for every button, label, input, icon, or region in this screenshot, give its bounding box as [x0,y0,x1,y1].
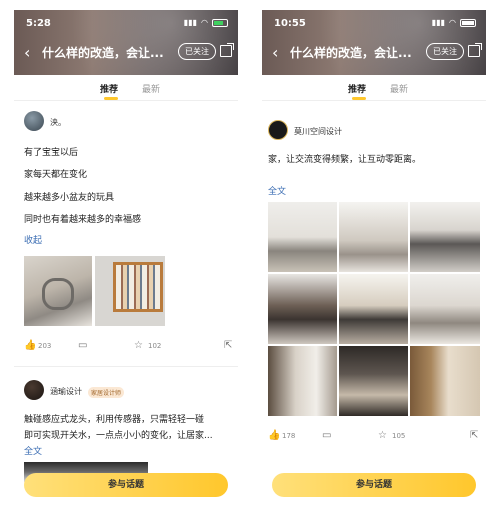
tab-recommended[interactable]: 推荐 [100,82,118,95]
status-icons: ▮▮▮ ◠ [432,18,476,27]
right-phone-screen: 10:55 ▮▮▮ ◠ ‹ 什么样的改造，会让... 已关注 推荐 最新 莫川空… [262,10,486,508]
feed-tabs: 推荐 最新 [14,76,238,100]
wifi-icon: ◠ [201,18,208,27]
post-text-line: 有了宝宝以后 [24,148,79,158]
star-icon[interactable]: ☆ [378,430,387,441]
post-photo[interactable] [410,202,480,272]
avatar[interactable] [24,380,44,400]
like-count: 178 [282,432,296,440]
topic-header: 10:55 ▮▮▮ ◠ ‹ 什么样的改造，会让... 已关注 [262,10,486,75]
star-icon[interactable]: ☆ [134,340,143,351]
topic-title: 什么样的改造，会让... [42,46,164,60]
post-photo[interactable] [339,202,408,272]
status-time: 5:28 [26,18,51,29]
avatar[interactable] [24,111,44,131]
follow-button[interactable]: 已关注 [426,43,464,60]
tab-recommended[interactable]: 推荐 [348,82,366,95]
post-photo[interactable] [268,346,337,416]
wifi-icon: ◠ [449,18,456,27]
share-icon[interactable] [220,43,234,57]
divider [14,100,238,101]
post-photo[interactable] [339,346,408,416]
post-photo[interactable] [95,256,165,326]
join-topic-button[interactable]: 参与话题 [24,473,228,497]
tab-latest[interactable]: 最新 [142,82,160,95]
post-photo[interactable] [24,256,92,326]
tab-latest[interactable]: 最新 [390,82,408,95]
post-username[interactable]: 泱。 [50,117,66,128]
like-icon[interactable]: 👍 [268,430,280,441]
post-text-line: 家每天都在变化 [24,170,88,180]
post-photo[interactable] [410,274,480,344]
back-arrow-icon[interactable]: ‹ [272,43,278,62]
external-share-icon[interactable]: ⇱ [470,430,478,441]
post-photo[interactable] [410,346,480,416]
back-arrow-icon[interactable]: ‹ [24,43,30,62]
post-photo[interactable] [268,274,337,344]
comment-icon[interactable]: ▭ [322,430,331,441]
designer-badge: 家居设计师 [88,387,125,398]
favorite-count: 102 [148,342,162,350]
post-photo[interactable] [268,202,337,272]
status-time: 10:55 [274,18,306,29]
feed-tabs: 推荐 最新 [262,76,486,100]
post-username[interactable]: 涵瑜设计 [50,386,82,397]
post-text-line: 家，让交流变得频繁，让互动零距离。 [268,155,422,165]
post-text-line: 同时也有着越来越多的幸福感 [24,215,142,225]
post-text-line: 触碰感应式龙头，利用传感器，只需轻轻一碰 [24,415,205,425]
comment-icon[interactable]: ▭ [78,340,87,351]
topic-title: 什么样的改造，会让... [290,46,412,60]
expand-link[interactable]: 全文 [268,184,286,197]
status-icons: ▮▮▮ ◠ [184,18,228,27]
signal-icon: ▮▮▮ [183,18,198,27]
topic-header: 5:28 ▮▮▮ ◠ ‹ 什么样的改造，会让... 已关注 [14,10,238,75]
divider [262,100,486,101]
post-photo[interactable] [339,274,408,344]
divider [14,366,238,367]
signal-icon: ▮▮▮ [431,18,446,27]
battery-icon [212,18,228,27]
post-username[interactable]: 莫川空间设计 [294,126,342,137]
external-share-icon[interactable]: ⇱ [224,340,232,351]
battery-icon [460,18,476,27]
favorite-count: 105 [392,432,406,440]
phone-screens-comparison: 5:28 ▮▮▮ ◠ ‹ 什么样的改造，会让... 已关注 推荐 最新 泱。 有… [0,0,500,508]
share-icon[interactable] [468,43,482,57]
avatar[interactable] [268,120,288,140]
follow-button[interactable]: 已关注 [178,43,216,60]
like-icon[interactable]: 👍 [24,340,36,351]
expand-link[interactable]: 全文 [24,444,42,457]
post-text-line: 即可实现开关水，一点点小小的变化，让居家... [24,431,213,441]
like-count: 203 [38,342,52,350]
collapse-link[interactable]: 收起 [24,233,42,246]
left-phone-screen: 5:28 ▮▮▮ ◠ ‹ 什么样的改造，会让... 已关注 推荐 最新 泱。 有… [14,10,238,508]
join-topic-button[interactable]: 参与话题 [272,473,476,497]
post-text-line: 越来越多小盆友的玩具 [24,193,115,203]
